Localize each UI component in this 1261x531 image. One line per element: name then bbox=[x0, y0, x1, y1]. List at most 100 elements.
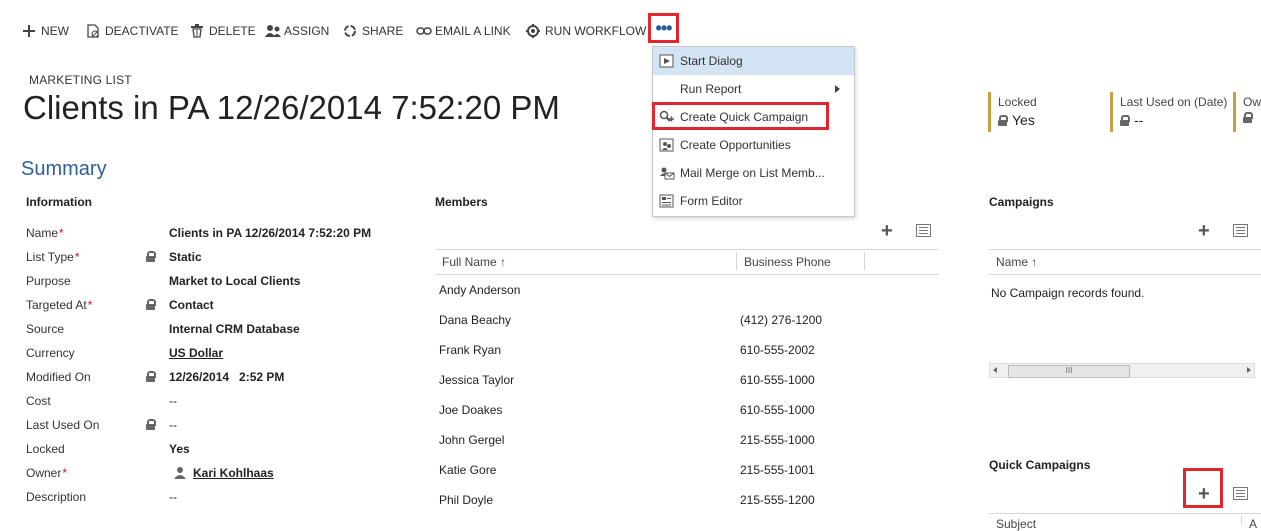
menu-item-start-dialog[interactable]: Start Dialog bbox=[653, 47, 854, 75]
quick-campaigns-section-title: Quick Campaigns bbox=[989, 458, 1091, 472]
field-value-targeted-at: Contact bbox=[169, 298, 214, 312]
field-label-modified-on: Modified On bbox=[26, 370, 91, 384]
assign-button[interactable]: ASSIGN bbox=[265, 22, 329, 40]
page-title: Clients in PA 12/26/2014 7:52:20 PM bbox=[23, 89, 560, 126]
email-link-button[interactable]: EMAIL A LINK bbox=[416, 22, 511, 40]
member-phone: 610-555-2002 bbox=[740, 343, 815, 357]
more-commands-button[interactable]: ••• bbox=[648, 13, 679, 43]
link-icon bbox=[416, 24, 432, 38]
deactivate-button[interactable]: DEACTIVATE bbox=[86, 22, 179, 40]
header-field-locked: Locked Yes bbox=[988, 92, 1037, 132]
grid-divider bbox=[989, 249, 1261, 250]
member-phone: 215-555-1000 bbox=[740, 433, 815, 447]
ellipsis-icon: ••• bbox=[655, 18, 673, 38]
workflow-icon bbox=[526, 24, 540, 38]
delete-button[interactable]: DELETE bbox=[190, 22, 256, 40]
quick-campaigns-column-subject[interactable]: Subject bbox=[996, 517, 1036, 531]
member-name[interactable]: Jessica Taylor bbox=[439, 373, 514, 387]
member-phone: 610-555-1000 bbox=[740, 403, 815, 417]
member-name[interactable]: John Gergel bbox=[439, 433, 504, 447]
members-add-button[interactable]: + bbox=[881, 221, 893, 241]
lock-icon bbox=[1120, 115, 1130, 126]
header-field-label: Last Used on (Date) bbox=[1120, 95, 1228, 109]
members-column-full-name[interactable]: Full Name ↑ bbox=[442, 255, 506, 269]
highlight-box-quick-campaign-add bbox=[1183, 468, 1223, 508]
scroll-left-icon[interactable] bbox=[993, 367, 997, 373]
field-value-currency-link[interactable]: US Dollar bbox=[169, 346, 223, 360]
field-label-source: Source bbox=[26, 322, 65, 336]
menu-item-label: Run Report bbox=[680, 82, 742, 96]
members-view-records-icon[interactable] bbox=[916, 224, 931, 237]
required-indicator: * bbox=[62, 466, 68, 480]
member-name[interactable]: Phil Doyle bbox=[439, 493, 493, 507]
menu-item-form-editor[interactable]: Form Editor bbox=[653, 187, 854, 215]
campaigns-column-name[interactable]: Name ↑ bbox=[996, 255, 1037, 269]
field-label-cost: Cost bbox=[26, 394, 51, 408]
quick-campaigns-view-records-icon[interactable] bbox=[1233, 487, 1248, 500]
share-button[interactable]: SHARE bbox=[343, 22, 403, 40]
opportunities-icon bbox=[659, 138, 675, 152]
member-name[interactable]: Katie Gore bbox=[439, 463, 496, 477]
campaigns-view-records-icon[interactable] bbox=[1233, 224, 1248, 237]
field-label-targeted-at: Targeted At* bbox=[26, 298, 93, 312]
lock-icon bbox=[146, 251, 156, 262]
run-workflow-label: RUN WORKFLOW bbox=[545, 24, 647, 38]
scroll-thumb[interactable]: III bbox=[1008, 365, 1130, 378]
field-label-name: Name* bbox=[26, 226, 64, 240]
header-field-label: Ow bbox=[1243, 95, 1261, 109]
field-value-owner-link[interactable]: Kari Kohlhaas bbox=[193, 466, 274, 480]
field-value-locked[interactable]: Yes bbox=[169, 442, 190, 456]
entity-type-label: MARKETING LIST bbox=[29, 73, 132, 87]
menu-item-label: Mail Merge on List Memb... bbox=[680, 166, 825, 180]
submenu-arrow-icon bbox=[835, 85, 840, 93]
assign-label: ASSIGN bbox=[284, 24, 330, 38]
field-label-description: Description bbox=[26, 490, 87, 504]
field-value-purpose[interactable]: Market to Local Clients bbox=[169, 274, 300, 288]
field-value-list-type: Static bbox=[169, 250, 202, 264]
new-button[interactable]: NEW bbox=[22, 22, 69, 40]
menu-item-mail-merge[interactable]: Mail Merge on List Memb... bbox=[653, 159, 854, 187]
member-phone: 215-555-1001 bbox=[740, 463, 815, 477]
command-bar: NEW DEACTIVATE DELETE ASSIGN SHARE EMAIL… bbox=[0, 0, 1261, 62]
delete-label: DELETE bbox=[209, 24, 256, 38]
field-value-description[interactable]: -- bbox=[169, 490, 177, 504]
field-label-purpose: Purpose bbox=[26, 274, 71, 288]
field-value-cost[interactable]: -- bbox=[169, 394, 177, 408]
menu-item-create-opportunities[interactable]: Create Opportunities bbox=[653, 131, 854, 159]
campaigns-add-button[interactable]: + bbox=[1198, 221, 1210, 241]
header-field-value: -- bbox=[1134, 112, 1144, 128]
lock-icon bbox=[146, 299, 156, 310]
members-column-business-phone[interactable]: Business Phone bbox=[744, 255, 831, 269]
quick-campaigns-column-a[interactable]: A bbox=[1249, 517, 1257, 531]
field-value-source[interactable]: Internal CRM Database bbox=[169, 322, 300, 336]
email-link-label: EMAIL A LINK bbox=[435, 24, 511, 38]
more-commands-menu: Start Dialog Run Report Create Quick Cam… bbox=[652, 46, 855, 217]
column-separator bbox=[736, 252, 737, 270]
share-label: SHARE bbox=[362, 24, 404, 38]
campaigns-horizontal-scrollbar[interactable]: III bbox=[989, 363, 1255, 378]
member-phone: 610-555-1000 bbox=[740, 373, 815, 387]
start-dialog-icon bbox=[659, 54, 675, 68]
summary-tab-title[interactable]: Summary bbox=[21, 158, 107, 181]
field-value-name[interactable]: Clients in PA 12/26/2014 7:52:20 PM bbox=[169, 226, 371, 240]
menu-item-run-report[interactable]: Run Report bbox=[653, 75, 854, 103]
header-field-last-used: Last Used on (Date) -- bbox=[1110, 92, 1227, 132]
information-section-title: Information bbox=[26, 195, 92, 209]
mail-merge-icon bbox=[659, 166, 675, 180]
member-name[interactable]: Joe Doakes bbox=[439, 403, 502, 417]
header-field-label: Locked bbox=[998, 95, 1037, 109]
grid-divider bbox=[989, 274, 1261, 275]
scroll-right-icon[interactable] bbox=[1247, 367, 1251, 373]
menu-item-label: Form Editor bbox=[680, 194, 743, 208]
member-name[interactable]: Andy Anderson bbox=[439, 283, 520, 297]
column-separator bbox=[1241, 515, 1242, 525]
member-name[interactable]: Dana Beachy bbox=[439, 313, 511, 327]
run-workflow-button[interactable]: RUN WORKFLOW bbox=[526, 22, 646, 40]
member-phone: 215-555-1200 bbox=[740, 493, 815, 507]
member-name[interactable]: Frank Ryan bbox=[439, 343, 501, 357]
run-report-icon bbox=[659, 82, 675, 96]
required-indicator: * bbox=[74, 250, 80, 264]
highlight-box-quick-campaign bbox=[652, 102, 829, 130]
field-label-locked: Locked bbox=[26, 442, 65, 456]
lock-icon bbox=[998, 115, 1008, 126]
